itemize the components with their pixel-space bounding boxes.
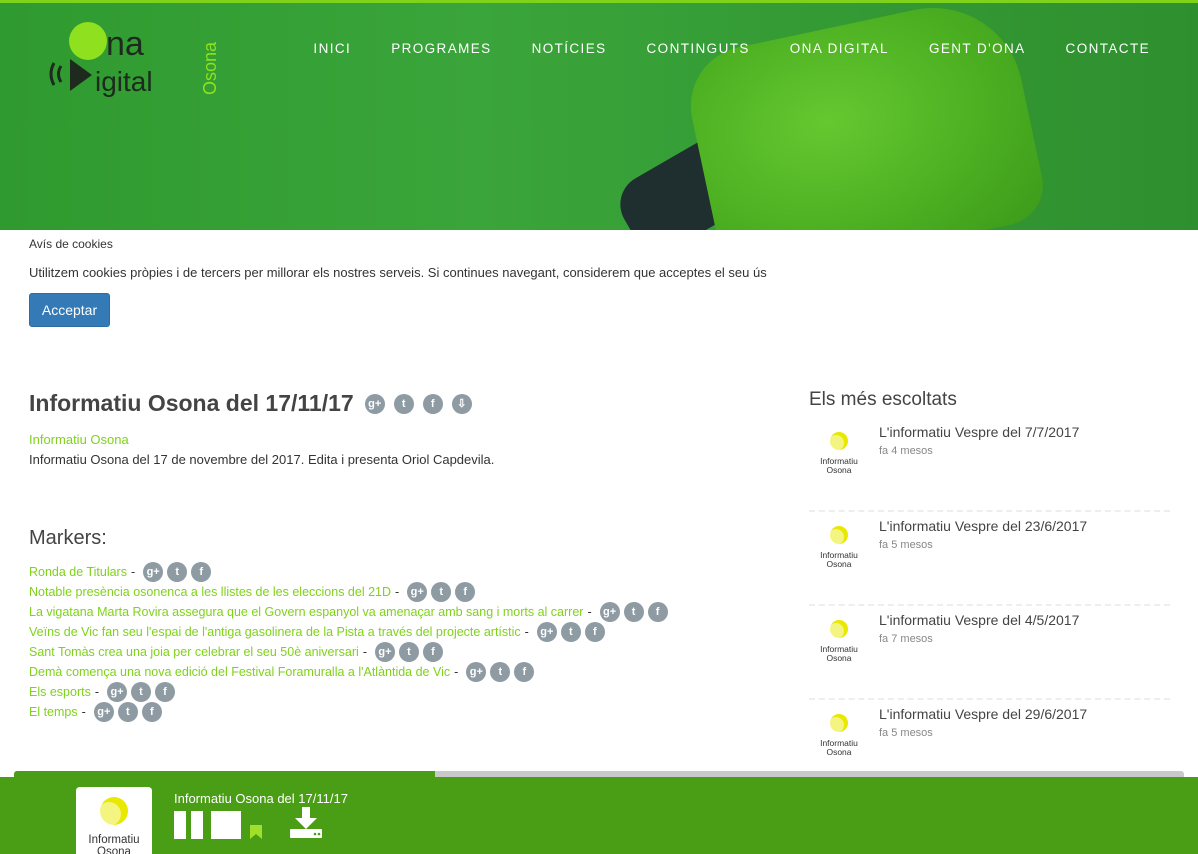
main-nav: INICI PROGRAMES NOTÍCIES CONTINGUTS ONA … bbox=[313, 41, 1150, 56]
bookmark-icon[interactable] bbox=[250, 825, 262, 839]
marker-link[interactable]: La vigatana Marta Rovira assegura que el… bbox=[29, 605, 583, 619]
cookie-title: Avís de cookies bbox=[29, 237, 113, 251]
svg-text:na: na bbox=[106, 25, 144, 63]
nav-item-inici[interactable]: INICI bbox=[313, 41, 351, 56]
list-item-time: fa 7 mesos bbox=[879, 633, 933, 645]
google-plus-icon[interactable]: g+ bbox=[599, 602, 620, 622]
list-item-time: fa 5 mesos bbox=[879, 727, 933, 739]
marker-item: Demà comença una nova edició del Festiva… bbox=[29, 662, 668, 682]
twitter-icon[interactable]: t bbox=[431, 582, 452, 602]
marker-link[interactable]: Sant Tomàs crea una joia per celebrar el… bbox=[29, 645, 359, 659]
page-title: Informatiu Osona del 17/11/17 bbox=[29, 390, 354, 416]
list-item[interactable]: Informatiu Osona L'informatiu Vespre del… bbox=[809, 512, 1170, 606]
google-plus-icon[interactable]: g+ bbox=[466, 662, 487, 682]
svg-text:Osona: Osona bbox=[200, 41, 220, 95]
marker-item: Veïns de Vic fan seu l'espai de l'antiga… bbox=[29, 622, 668, 642]
most-listened-title: Els més escoltats bbox=[809, 389, 957, 410]
nav-item-contacte[interactable]: CONTACTE bbox=[1066, 41, 1150, 56]
program-link[interactable]: Informatiu Osona bbox=[29, 432, 129, 447]
google-plus-icon[interactable]: g+ bbox=[407, 582, 428, 602]
audio-player: Informatiu Osona Informatiu Osona del 17… bbox=[0, 777, 1198, 854]
player-program-logo: Informatiu Osona bbox=[76, 787, 152, 854]
marker-link[interactable]: Demà comença una nova edició del Festiva… bbox=[29, 665, 450, 679]
list-item-time: fa 4 mesos bbox=[879, 445, 933, 457]
facebook-icon[interactable]: f bbox=[423, 642, 443, 662]
twitter-icon[interactable]: t bbox=[117, 702, 138, 722]
pause-icon[interactable] bbox=[174, 811, 204, 839]
twitter-icon[interactable]: t bbox=[131, 682, 152, 702]
nav-item-ona-digital[interactable]: ONA DIGITAL bbox=[790, 41, 889, 56]
twitter-icon[interactable]: t bbox=[167, 562, 188, 582]
markers-title: Markers: bbox=[29, 527, 107, 549]
twitter-icon[interactable]: t bbox=[560, 622, 581, 642]
svg-text:Osona: Osona bbox=[826, 559, 851, 568]
marker-item: La vigatana Marta Rovira assegura que el… bbox=[29, 602, 668, 622]
svg-text:Osona: Osona bbox=[97, 846, 131, 854]
nav-item-noticies[interactable]: NOTÍCIES bbox=[532, 41, 607, 56]
marker-link[interactable]: Els esports bbox=[29, 685, 91, 699]
informatiu-osona-logo: Informatiu Osona bbox=[820, 432, 858, 474]
nav-item-gent-dona[interactable]: GENT D'ONA bbox=[929, 41, 1026, 56]
marker-item: El temps - g+ t f bbox=[29, 702, 668, 722]
marker-link[interactable]: Notable presència osonenca a les llistes… bbox=[29, 585, 391, 599]
informatiu-osona-logo: Informatiu Osona bbox=[820, 526, 858, 568]
marker-link[interactable]: Veïns de Vic fan seu l'espai de l'antiga… bbox=[29, 625, 521, 639]
facebook-icon[interactable]: f bbox=[191, 562, 212, 582]
player-title: Informatiu Osona del 17/11/17 bbox=[174, 791, 348, 806]
marker-item: Ronda de Titulars - g+ t f bbox=[29, 562, 668, 582]
twitter-icon[interactable]: t bbox=[490, 662, 511, 682]
list-item[interactable]: Informatiu Osona L'informatiu Vespre del… bbox=[809, 606, 1170, 700]
google-plus-icon[interactable]: g+ bbox=[93, 702, 114, 722]
facebook-icon[interactable]: f bbox=[455, 582, 476, 602]
list-item[interactable]: Informatiu Osona L'informatiu Vespre del… bbox=[809, 418, 1170, 512]
stop-icon[interactable] bbox=[211, 811, 241, 839]
list-item-title[interactable]: L'informatiu Vespre del 4/5/2017 bbox=[879, 612, 1079, 628]
svg-text:igital: igital bbox=[95, 66, 153, 97]
informatiu-osona-logo: Informatiu Osona bbox=[820, 714, 858, 756]
google-plus-icon[interactable]: g+ bbox=[375, 642, 395, 662]
google-plus-icon[interactable]: g+ bbox=[143, 562, 164, 582]
most-listened-list: Informatiu Osona L'informatiu Vespre del… bbox=[809, 418, 1170, 794]
google-plus-icon[interactable]: g+ bbox=[364, 393, 385, 414]
google-plus-icon[interactable]: g+ bbox=[536, 622, 557, 642]
list-item-time: fa 5 mesos bbox=[879, 539, 933, 551]
download-icon[interactable] bbox=[289, 807, 323, 839]
nav-item-continguts[interactable]: CONTINGUTS bbox=[647, 41, 750, 56]
twitter-icon[interactable]: t bbox=[393, 393, 414, 414]
facebook-icon[interactable]: f bbox=[141, 702, 162, 722]
list-item-title[interactable]: L'informatiu Vespre del 29/6/2017 bbox=[879, 706, 1087, 722]
marker-item: Sant Tomàs crea una joia per celebrar el… bbox=[29, 642, 668, 662]
site-header: na igital Osona INICI PROGRAMES NOTÍCIES… bbox=[0, 0, 1198, 230]
marker-item: Notable presència osonenca a les llistes… bbox=[29, 582, 668, 602]
list-item-title[interactable]: L'informatiu Vespre del 7/7/2017 bbox=[879, 424, 1079, 440]
ona-digital-logo[interactable]: na igital Osona bbox=[48, 19, 228, 99]
markers-list: Ronda de Titulars - g+ t f Notable presènci… bbox=[29, 562, 668, 722]
episode-description: Informatiu Osona del 17 de novembre del … bbox=[29, 452, 495, 467]
facebook-icon[interactable]: f bbox=[422, 393, 443, 414]
twitter-icon[interactable]: t bbox=[399, 642, 419, 662]
facebook-icon[interactable]: f bbox=[514, 662, 535, 682]
cookie-text: Utilitzem cookies pròpies i de tercers p… bbox=[29, 265, 767, 280]
marker-link[interactable]: Ronda de Titulars bbox=[29, 565, 127, 579]
download-icon[interactable]: ⇩ bbox=[451, 393, 472, 414]
marker-item: Els esports - g+ t f bbox=[29, 682, 668, 702]
facebook-icon[interactable]: f bbox=[647, 602, 668, 622]
episode-share-icons: g+ t f ⇩ bbox=[364, 393, 472, 414]
facebook-icon[interactable]: f bbox=[155, 682, 176, 702]
microphone-foam bbox=[679, 3, 1051, 230]
svg-text:Osona: Osona bbox=[826, 653, 851, 662]
accept-cookies-button[interactable]: Acceptar bbox=[29, 293, 110, 327]
episode-header: Informatiu Osona del 17/11/17 g+ t f ⇩ bbox=[29, 390, 472, 417]
twitter-icon[interactable]: t bbox=[623, 602, 644, 622]
list-item-title[interactable]: L'informatiu Vespre del 23/6/2017 bbox=[879, 518, 1087, 534]
svg-text:Osona: Osona bbox=[826, 465, 851, 474]
nav-item-programes[interactable]: PROGRAMES bbox=[391, 41, 491, 56]
svg-text:Osona: Osona bbox=[826, 747, 851, 756]
marker-link[interactable]: El temps bbox=[29, 705, 78, 719]
svg-text:Informatiu: Informatiu bbox=[88, 834, 139, 846]
informatiu-osona-logo: Informatiu Osona bbox=[820, 620, 858, 662]
facebook-icon[interactable]: f bbox=[584, 622, 605, 642]
google-plus-icon[interactable]: g+ bbox=[107, 682, 128, 702]
